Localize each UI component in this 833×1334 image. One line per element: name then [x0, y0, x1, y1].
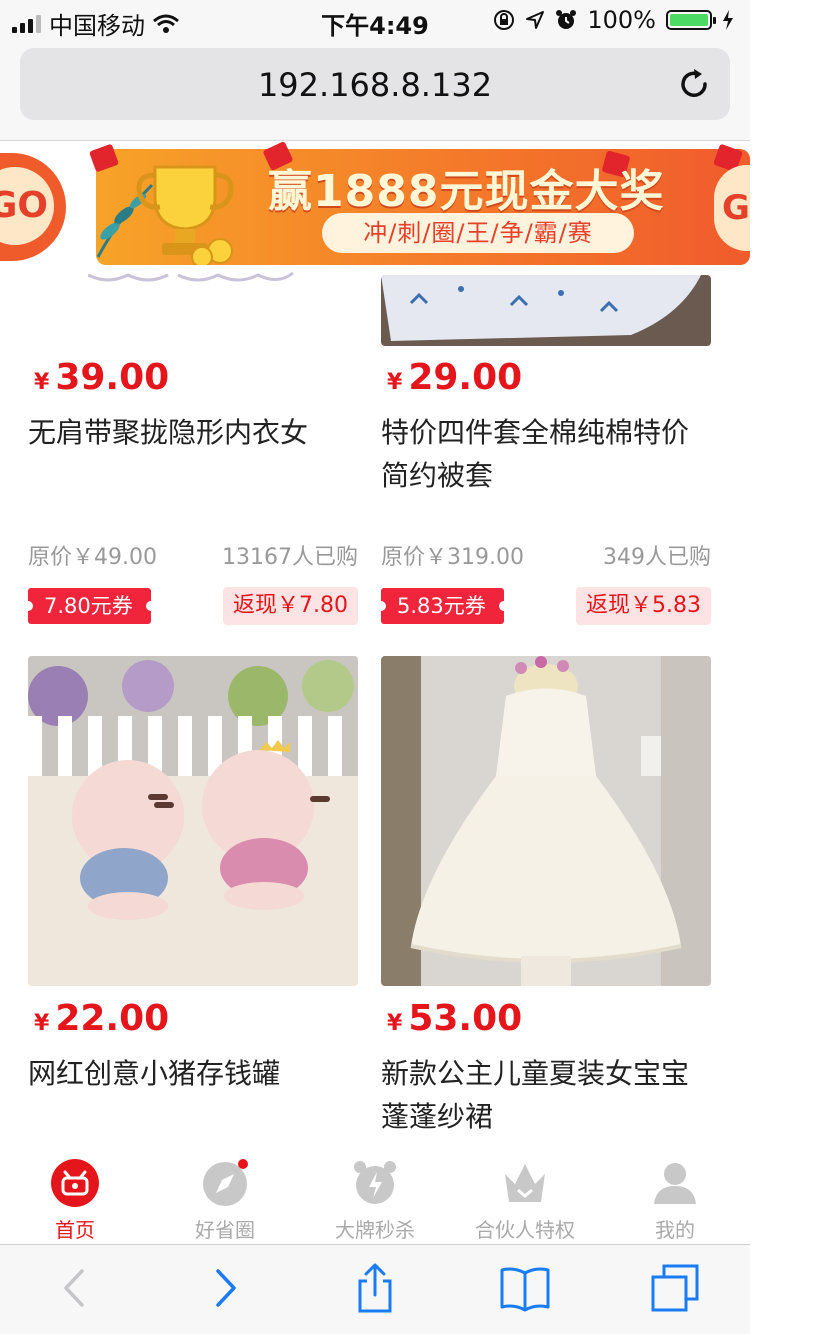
tab-label: 好省圈	[195, 1218, 255, 1242]
product-price: ¥29.00	[387, 357, 522, 398]
prev-go-label: GO	[0, 167, 54, 245]
product-title[interactable]: 无肩带聚拢隐形内衣女	[28, 411, 348, 454]
tab-flash-sale[interactable]: 大牌秒杀	[300, 1146, 450, 1244]
back-button[interactable]	[0, 1245, 150, 1334]
alarm-icon	[556, 10, 577, 29]
status-right: 100%	[493, 6, 734, 34]
coupon-badge[interactable]: 7.80元券	[23, 588, 156, 624]
tabs-button[interactable]	[600, 1245, 750, 1334]
product-image[interactable]	[28, 656, 358, 986]
product-card[interactable]: ¥22.00 网红创意小猪存钱罐	[28, 656, 358, 1136]
charging-icon	[723, 10, 733, 30]
bookmarks-button[interactable]	[450, 1245, 600, 1334]
tab-haoshengquan[interactable]: 好省圈	[150, 1146, 300, 1244]
tabs-icon	[651, 1264, 699, 1312]
product-title[interactable]: 特价四件套全棉纯棉特价简约被套	[381, 411, 696, 497]
browser-address-area: 192.168.8.132	[0, 40, 750, 141]
price-value: 53.00	[408, 998, 523, 1039]
banner-subtitle: 冲/刺/圈/王/争/霸/赛	[322, 213, 634, 253]
prev-banner-go-badge[interactable]: GO	[0, 153, 66, 261]
product-price: ¥22.00	[34, 998, 169, 1039]
product-card[interactable]: ¥29.00 特价四件套全棉纯棉特价简约被套 原价￥319.00 349人已购 …	[376, 275, 711, 635]
url-text[interactable]: 192.168.8.132	[20, 66, 730, 104]
tab-home[interactable]: 首页	[0, 1146, 150, 1244]
share-icon	[358, 1263, 392, 1313]
currency-symbol: ¥	[387, 370, 403, 395]
red-envelope-icon	[88, 143, 120, 173]
price-value: 39.00	[55, 357, 170, 398]
cashback-badge[interactable]: 返现￥7.80	[223, 587, 358, 625]
coupon-badge[interactable]: 5.83元券	[376, 588, 509, 624]
page: 中国移动 下午4:49 100% 192.168.8.132 GO 赢1888元…	[0, 0, 750, 1334]
product-meta: 原价￥319.00 349人已购	[381, 539, 711, 571]
alarm-clock-icon	[354, 1161, 396, 1204]
price-value: 22.00	[55, 998, 170, 1039]
promo-banner[interactable]: GO 赢1888元现金大奖 冲/刺/圈/王/争/霸/赛 GO	[0, 141, 750, 275]
address-bar[interactable]: 192.168.8.132	[20, 48, 730, 120]
product-price: ¥39.00	[34, 357, 169, 398]
battery-icon	[666, 10, 716, 30]
location-icon	[526, 11, 545, 29]
reload-icon[interactable]	[676, 66, 712, 102]
tab-label: 合伙人特权	[475, 1218, 575, 1242]
tab-label: 大牌秒杀	[335, 1218, 415, 1242]
original-price: 原价￥49.00	[28, 545, 157, 570]
share-button[interactable]	[300, 1245, 450, 1334]
product-image-partial[interactable]	[88, 267, 298, 287]
product-title[interactable]: 网红创意小猪存钱罐	[28, 1052, 348, 1095]
tab-mine[interactable]: 我的	[600, 1146, 750, 1244]
product-card[interactable]: ¥53.00 新款公主儿童夏装女宝宝蓬蓬纱裙	[381, 656, 711, 1136]
rotation-lock-icon	[494, 10, 515, 30]
cashback-badge[interactable]: 返现￥5.83	[576, 587, 711, 625]
product-image[interactable]	[381, 656, 711, 986]
battery-percent: 100%	[587, 6, 656, 34]
trophy-icon	[136, 165, 234, 265]
status-bar: 中国移动 下午4:49 100%	[0, 0, 750, 40]
app-tab-bar: 首页 好省圈 大牌秒杀 合伙人特权 我的	[0, 1146, 750, 1244]
crown-icon	[505, 1164, 545, 1202]
product-image[interactable]	[381, 275, 711, 346]
browser-toolbar	[0, 1244, 750, 1334]
forward-button[interactable]	[150, 1245, 300, 1334]
user-icon	[654, 1163, 696, 1204]
currency-symbol: ¥	[387, 1011, 403, 1036]
battery-fill	[670, 14, 708, 26]
original-price: 原价￥319.00	[381, 545, 524, 570]
sold-count: 13167人已购	[222, 545, 358, 570]
home-icon	[51, 1159, 99, 1207]
price-value: 29.00	[408, 357, 523, 398]
product-card[interactable]: ¥39.00 无肩带聚拢隐形内衣女 原价￥49.00 13167人已购 7.80…	[23, 271, 358, 635]
currency-symbol: ¥	[34, 370, 50, 395]
product-title[interactable]: 新款公主儿童夏装女宝宝蓬蓬纱裙	[381, 1052, 696, 1138]
product-meta: 原价￥49.00 13167人已购	[28, 539, 358, 571]
banner-title: 赢1888元现金大奖	[268, 166, 665, 217]
book-icon	[500, 1267, 550, 1312]
compass-icon	[203, 1159, 248, 1206]
tab-label: 我的	[655, 1218, 695, 1242]
product-price: ¥53.00	[387, 998, 522, 1039]
sold-count: 349人已购	[603, 545, 711, 570]
chevron-right-icon	[216, 1269, 236, 1307]
tab-partner-privileges[interactable]: 合伙人特权	[450, 1146, 600, 1244]
chevron-left-icon	[64, 1269, 84, 1307]
currency-symbol: ¥	[34, 1011, 50, 1036]
tab-label: 首页	[55, 1218, 95, 1242]
